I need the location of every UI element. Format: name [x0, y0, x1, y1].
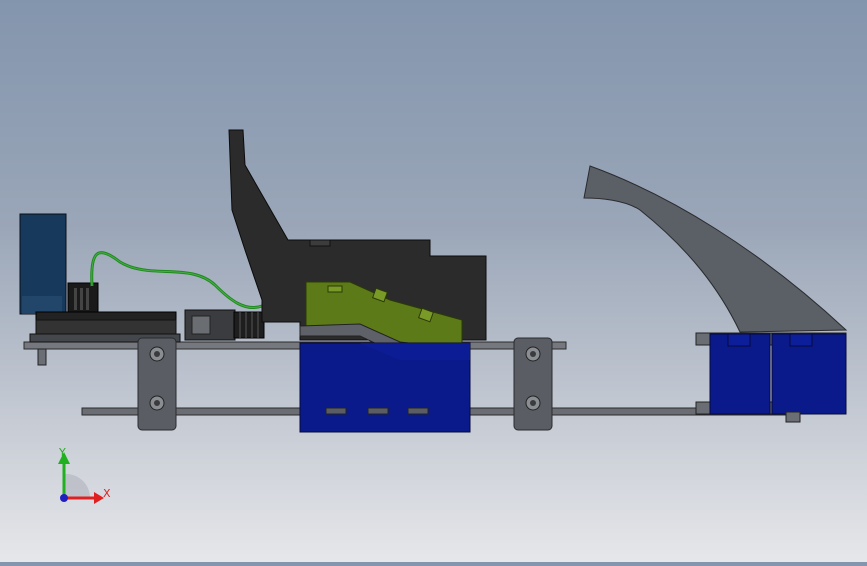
y-axis-label: Y: [58, 446, 66, 459]
right-bracket: [513, 337, 553, 431]
base-plate: [23, 341, 567, 350]
green-cable: [90, 251, 263, 309]
left-bracket: [137, 337, 177, 431]
motor-center: [299, 342, 471, 433]
pedal-arm: [583, 165, 848, 333]
coordinate-triad[interactable]: Y X: [58, 446, 111, 504]
x-axis-label: X: [103, 487, 111, 500]
cable-connector: [184, 309, 265, 341]
motor-right: [695, 332, 847, 423]
cad-model-viewport[interactable]: Y X: [0, 0, 867, 562]
model-drawing: Y X: [19, 129, 848, 504]
